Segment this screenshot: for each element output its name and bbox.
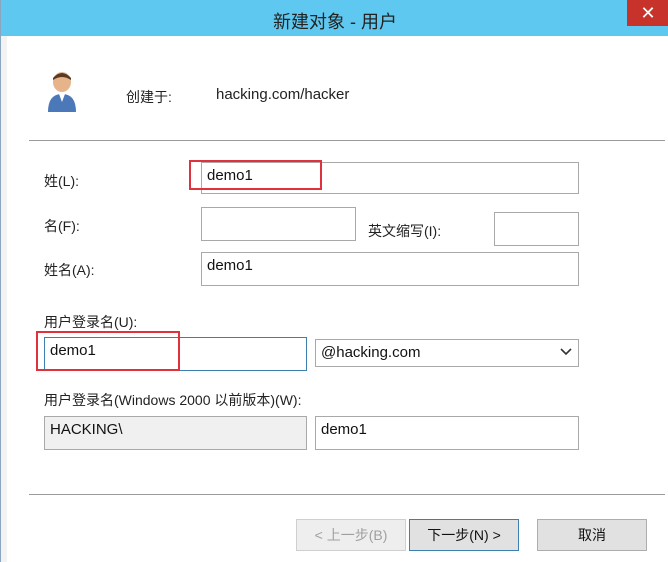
last-name-label: 姓(L):	[44, 173, 79, 189]
header-divider	[29, 140, 665, 141]
chevron-down-icon	[560, 343, 572, 362]
last-name-input[interactable]: demo1	[201, 162, 579, 194]
domain-select-value: @hacking.com	[321, 344, 421, 361]
pre2000-domain-prefix: HACKING\	[44, 416, 307, 450]
full-name-label: 姓名(A):	[44, 262, 95, 278]
footer-divider	[29, 494, 665, 495]
user-icon	[48, 72, 76, 112]
new-user-dialog: 新建对象 - 用户 ✕ 创建于: hacking.com/hacker 姓(L)…	[0, 0, 668, 562]
logon-name-label: 用户登录名(U):	[44, 314, 138, 330]
next-button[interactable]: 下一步(N) >	[409, 519, 519, 551]
domain-select[interactable]: @hacking.com	[315, 339, 579, 367]
back-button[interactable]: < 上一步(B)	[296, 519, 406, 551]
first-name-label: 名(F):	[44, 218, 80, 234]
created-in-value: hacking.com/hacker	[216, 86, 350, 103]
close-button[interactable]: ✕	[627, 0, 668, 26]
initials-label: 英文缩写(I):	[368, 223, 442, 239]
pre2000-logon-label: 用户登录名(Windows 2000 以前版本)(W):	[44, 392, 302, 408]
logon-name-input[interactable]: demo1	[44, 337, 307, 371]
window-left-edge	[1, 36, 7, 562]
created-in-label: 创建于:	[126, 89, 172, 105]
window-title: 新建对象 - 用户	[273, 12, 397, 32]
close-icon: ✕	[640, 3, 656, 23]
cancel-button[interactable]: 取消	[537, 519, 647, 551]
title-bar: 新建对象 - 用户 ✕	[1, 0, 668, 36]
first-name-input[interactable]	[201, 207, 356, 241]
pre2000-logon-input[interactable]: demo1	[315, 416, 579, 450]
full-name-input[interactable]: demo1	[201, 252, 579, 286]
initials-input[interactable]	[494, 212, 579, 246]
